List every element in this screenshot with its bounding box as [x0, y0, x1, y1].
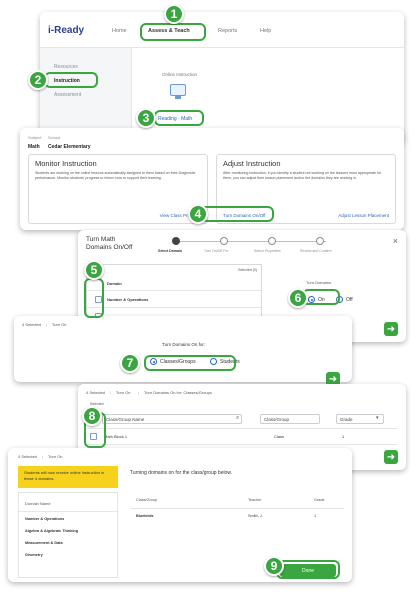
- highlight-domain-checkboxes: [84, 278, 104, 318]
- breadcrumb-turn-on-2: Turn On: [116, 390, 131, 395]
- domain-item: Geometry: [25, 553, 43, 557]
- monitor-card: Monitor Instruction Students are working…: [28, 154, 208, 224]
- monitor-stand-icon: [175, 96, 181, 99]
- table-header-teacher: Teacher: [248, 498, 262, 502]
- row-class-name: Math Block 1: [104, 434, 128, 439]
- class-name-filter[interactable]: Class/Group Name: [102, 414, 242, 424]
- row-grade: 1: [342, 434, 345, 439]
- stepper-step-2: [220, 237, 228, 245]
- stepper-label-3: Select Properties: [254, 249, 281, 253]
- class-table: Class/Group Teacher Grade Bluebirds Smit…: [130, 496, 344, 536]
- nav-reports[interactable]: Reports: [218, 28, 237, 34]
- close-icon[interactable]: ×: [393, 236, 398, 246]
- divider: [130, 508, 344, 509]
- breadcrumb-separator: |: [46, 322, 48, 327]
- breadcrumb-selected-3: 4 Selected: [18, 454, 37, 459]
- step-badge-5: 5: [84, 260, 104, 280]
- turn-on-prompt: Turn Domains On for:: [162, 342, 206, 347]
- sidebar-item-resources[interactable]: Resources: [54, 64, 78, 70]
- breadcrumb-separator: |: [42, 454, 44, 459]
- dialog-title: Turn Math Domains On/Off: [86, 236, 133, 251]
- highlight-turn-domains: [198, 206, 274, 222]
- divider: [87, 307, 261, 308]
- step-badge-2: 2: [28, 70, 48, 90]
- stepper-step-1: [172, 237, 180, 245]
- search-icon[interactable]: ⌕: [236, 415, 239, 422]
- domains-header: Domain Name: [25, 501, 51, 506]
- breadcrumb-separator: |: [110, 390, 112, 395]
- row-class-type: Class: [274, 434, 285, 439]
- step-badge-1: 1: [164, 4, 184, 24]
- step-badge-7: 7: [120, 353, 140, 373]
- adjust-title: Adjust Instruction: [223, 159, 281, 168]
- monitor-title: Monitor Instruction: [35, 159, 97, 168]
- monitor-icon: [170, 84, 186, 96]
- notice-text: Students will now receive online instruc…: [24, 470, 105, 481]
- divider: [86, 428, 398, 429]
- breadcrumb-separator: |: [138, 390, 140, 395]
- stepper-step-3: [268, 237, 276, 245]
- divider: [86, 444, 398, 445]
- domain-list: Domain Name Number & Operations Algebra …: [18, 492, 118, 578]
- next-arrow-button[interactable]: ➜: [384, 322, 398, 336]
- table-header-class: Class/Group: [136, 498, 158, 502]
- subject-value[interactable]: Math: [28, 144, 40, 150]
- highlight-assess-teach: [140, 23, 206, 41]
- adjust-lesson-placement-link[interactable]: Adjust Lesson Placement: [338, 213, 389, 218]
- step-badge-4: 4: [188, 204, 208, 224]
- highlight-done-button: [276, 560, 340, 579]
- highlight-classes-students: [144, 355, 236, 371]
- selected-count: Selected (0): [238, 268, 257, 272]
- step-badge-6: 6: [288, 288, 308, 308]
- divider: [19, 511, 117, 512]
- off-label: Off: [346, 297, 353, 303]
- panel-turn-on-for: 4 Selected | Turn On Turn Domains On for…: [14, 316, 352, 382]
- domain-item: Algebra & Algebraic Thinking: [25, 529, 79, 533]
- turn-domains-label: Turn Domains: [306, 280, 331, 285]
- step-badge-3: 3: [136, 108, 156, 128]
- breadcrumb-classes-groups: Turn Domains On for: Classes/Groups: [144, 390, 212, 395]
- monitor-body: Students are working on the online lesso…: [35, 171, 196, 180]
- nav-help[interactable]: Help: [260, 28, 271, 34]
- breadcrumb-selected-2: 4 Selected: [86, 390, 105, 395]
- adjust-body: After monitoring instruction, if you ide…: [223, 171, 382, 180]
- sidebar-item-assessment[interactable]: Assessment: [54, 92, 81, 98]
- stepper-label-4: Review and Confirm: [300, 249, 332, 253]
- step-badge-8: 8: [82, 406, 102, 426]
- domain-item: Number & Operations: [25, 517, 65, 521]
- breadcrumb-turn-on: Turn On: [52, 322, 67, 327]
- table-cell-grade: 1: [314, 514, 317, 518]
- table-cell-teacher: Smith, J.: [248, 514, 263, 518]
- confirmation-heading: Turning domains on for the class/group b…: [130, 470, 233, 476]
- subject-label: Subject: [28, 135, 42, 140]
- domain-item: Measurement & Data: [25, 541, 63, 545]
- nav-home[interactable]: Home: [112, 28, 127, 34]
- table-header-grade: Grade: [314, 498, 325, 502]
- table-cell-class: Bluebirds: [136, 514, 154, 518]
- breadcrumb-selected: 4 Selected: [22, 322, 41, 327]
- highlight-instruction: [44, 72, 98, 88]
- content-title: Online Instruction: [162, 72, 198, 77]
- class-group-filter[interactable]: Class/Group: [260, 414, 320, 424]
- notice-banner: Students will now receive online instruc…: [18, 466, 118, 488]
- next-arrow-button-3[interactable]: ➜: [384, 450, 398, 464]
- school-value[interactable]: Cedar Elementary: [48, 144, 91, 150]
- domain-header: Domain: [107, 281, 122, 286]
- breadcrumb-turn-on-3: Turn On: [48, 454, 63, 459]
- domain-row-name: Number & Operations: [107, 297, 149, 302]
- step-badge-9: 9: [264, 556, 284, 576]
- highlight-reading-math: [154, 110, 204, 126]
- chevron-down-icon[interactable]: ▾: [376, 415, 379, 421]
- stepper-step-4: [316, 237, 324, 245]
- app-logo: i-Ready: [48, 25, 85, 36]
- top-nav-bar: i-Ready Home Assess & Teach Reports Help: [40, 12, 404, 48]
- stepper-line: [176, 241, 326, 242]
- stepper-label-2: Turn On/Off For: [204, 249, 229, 253]
- stepper-label-1: Select Domain: [158, 249, 183, 253]
- school-label: School: [48, 135, 61, 140]
- divider: [87, 290, 261, 291]
